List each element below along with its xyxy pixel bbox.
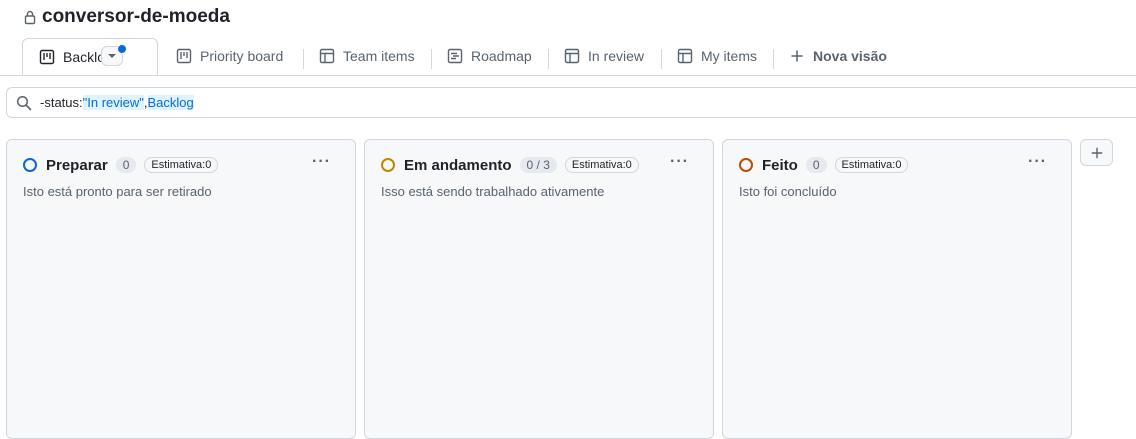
tab-divider — [661, 49, 662, 69]
board-icon — [39, 49, 55, 65]
table-icon — [677, 48, 693, 64]
new-view-button[interactable]: Nova visão — [789, 38, 887, 74]
filter-query: -status:"In review",Backlog — [40, 95, 194, 110]
filter-separator: , — [143, 95, 148, 110]
status-circle-icon — [739, 158, 753, 172]
column-description: Isto foi concluído — [739, 184, 837, 199]
tab-backlog[interactable]: Backlog — [22, 38, 158, 75]
board-column-feito: Feito 0 Estimativa:0 ··· Isto foi conclu… — [722, 139, 1072, 439]
board-icon — [176, 48, 192, 64]
item-count-badge: 0 / 3 — [519, 157, 557, 173]
table-icon — [319, 48, 335, 64]
column-menu-button[interactable]: ··· — [312, 153, 331, 171]
tab-label: Priority board — [200, 48, 284, 64]
item-count-badge: 0 — [115, 157, 137, 173]
column-description: Isso está sendo trabalhado ativamente — [381, 184, 605, 199]
column-header: Preparar 0 Estimativa:0 — [23, 154, 219, 176]
view-tabs: Backlog Priority board Team items Roadma… — [0, 38, 1136, 76]
table-icon — [564, 48, 580, 64]
unsaved-changes-dot — [117, 44, 127, 54]
filter-value: "In review" — [82, 95, 144, 110]
tab-divider — [303, 49, 304, 69]
board-column-em-andamento: Em andamento 0 / 3 Estimativa:0 ··· Isso… — [364, 139, 714, 439]
filter-input[interactable]: -status:"In review",Backlog — [6, 87, 1136, 118]
roadmap-icon — [447, 48, 463, 64]
column-description: Isto está pronto para ser retirado — [23, 184, 212, 199]
column-name: Em andamento — [404, 156, 512, 174]
status-circle-icon — [23, 158, 37, 172]
filter-qualifier: -status: — [40, 95, 83, 110]
new-view-label: Nova visão — [813, 48, 887, 64]
tab-in-review[interactable]: In review — [564, 38, 644, 74]
column-name: Preparar — [46, 156, 108, 174]
tab-my-items[interactable]: My items — [677, 38, 757, 74]
filter-value: Backlog — [147, 95, 194, 110]
column-menu-button[interactable]: ··· — [670, 153, 689, 171]
column-menu-button[interactable]: ··· — [1028, 153, 1047, 171]
tab-divider — [431, 49, 432, 69]
column-header: Feito 0 Estimativa:0 — [739, 154, 909, 176]
tab-label: In review — [588, 48, 645, 64]
add-column-button[interactable] — [1080, 139, 1113, 166]
status-circle-icon — [381, 158, 395, 172]
tab-label: Roadmap — [471, 48, 532, 64]
item-count-badge: 0 — [805, 157, 827, 173]
tab-roadmap[interactable]: Roadmap — [447, 38, 532, 74]
tab-team-items[interactable]: Team items — [319, 38, 415, 74]
plus-icon — [1091, 147, 1102, 158]
column-name: Feito — [762, 156, 798, 174]
tab-priority-board[interactable]: Priority board — [176, 38, 283, 74]
repo-name[interactable]: conversor-de-moeda — [42, 6, 230, 28]
triangle-down-icon — [108, 54, 116, 58]
search-icon — [16, 95, 32, 110]
plus-icon — [791, 50, 803, 62]
lock-icon — [24, 10, 36, 25]
tab-label: Team items — [343, 48, 415, 64]
estimate-badge: Estimativa:0 — [564, 157, 639, 173]
estimate-badge: Estimativa:0 — [144, 157, 219, 173]
tab-divider — [773, 49, 774, 69]
repo-title-row: conversor-de-moeda — [22, 5, 230, 29]
tab-label: My items — [701, 48, 757, 64]
tab-divider — [548, 49, 549, 69]
column-header: Em andamento 0 / 3 Estimativa:0 — [381, 154, 639, 176]
board-column-preparar: Preparar 0 Estimativa:0 ··· Isto está pr… — [6, 139, 356, 439]
estimate-badge: Estimativa:0 — [834, 157, 909, 173]
